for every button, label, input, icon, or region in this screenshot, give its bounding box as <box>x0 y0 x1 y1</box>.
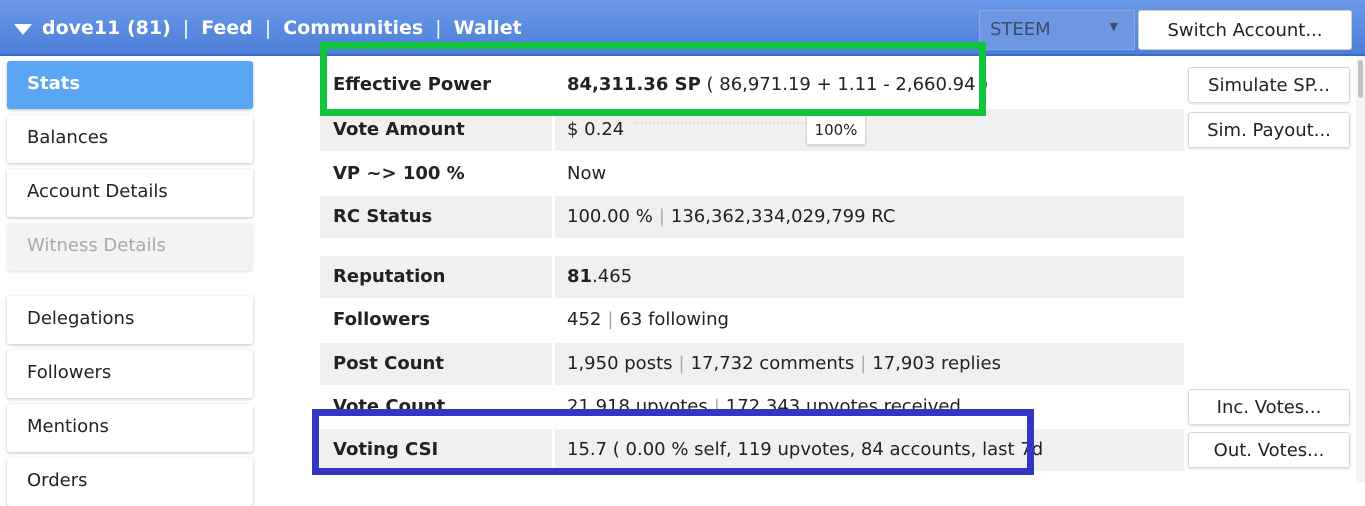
value-separator: | <box>607 309 614 330</box>
stat-label: Vote Count <box>333 396 446 417</box>
top-bar: dove11 (81) | Feed | Communities | Walle… <box>0 0 1365 56</box>
upvotes-count: 21,918 upvotes <box>567 396 708 417</box>
sidebar-item-orders[interactable]: Orders <box>7 458 253 506</box>
sidebar-item-account-details[interactable]: Account Details <box>7 169 253 217</box>
value-separator: | <box>658 206 665 227</box>
sidebar-item-delegations[interactable]: Delegations <box>7 296 253 344</box>
stat-value: 84,311.36 SP ( 86,971.19 + 1.11 - 2,660.… <box>555 64 1184 106</box>
posts-count: 1,950 posts <box>567 353 673 374</box>
chevron-down-icon: ▼ <box>1109 20 1118 33</box>
nav-separator: | <box>264 17 272 39</box>
nav-separator: | <box>435 17 442 39</box>
page-scrollbar[interactable] <box>1356 56 1365 483</box>
reputation-int: 81 <box>567 266 593 287</box>
upvotes-received: 172,343 upvotes received <box>725 396 961 417</box>
stat-value: 1,950 posts | 17,732 comments | 17,903 repli… <box>555 343 1184 385</box>
vote-amount-value: $ 0.24 <box>567 119 625 140</box>
stat-label: Reputation <box>320 256 552 298</box>
dropdown-triangle-icon[interactable] <box>14 23 32 35</box>
out-votes-button[interactable]: Out. Votes... <box>1188 432 1350 468</box>
stat-value: 100.00 % | 136,362,334,029,799 RC <box>555 196 1184 238</box>
scrollbar-thumb[interactable] <box>1358 60 1363 98</box>
stat-row-followers: Followers 452 | 63 following <box>320 299 1184 341</box>
nav-separator: | <box>182 17 190 39</box>
simulate-sp-button[interactable]: Simulate SP... <box>1188 67 1350 103</box>
stat-value: Now <box>567 163 607 184</box>
stat-label: VP ~> 100 % <box>333 163 465 184</box>
rc-percent: 100.00 % <box>567 206 653 227</box>
switch-account-button[interactable]: Switch Account... <box>1138 10 1352 50</box>
stat-label: Post Count <box>320 343 552 385</box>
sidebar-item-mentions[interactable]: Mentions <box>7 404 253 452</box>
stat-row-vote-amount: Vote Amount $ 0.24 <box>320 109 1184 151</box>
effective-power-detail: ( 86,971.19 + 1.11 - 2,660.94 ) <box>706 74 989 95</box>
stat-row-vote-count: Vote Count 21,918 upvotes | 172,343 upvote… <box>320 386 1184 428</box>
stat-label: RC Status <box>320 196 552 238</box>
vote-weight-percent[interactable]: 100% <box>806 115 866 145</box>
stat-row-reputation: Reputation 81.465 <box>320 256 1184 298</box>
stat-row-voting-csi: Voting CSI 15.7 ( 0.00 % self, 119 upvot… <box>320 429 1184 471</box>
stat-value: 81.465 <box>555 256 1184 298</box>
account-menu-link[interactable]: dove11 (81) <box>42 17 171 39</box>
stat-label: Followers <box>333 309 431 330</box>
chain-select-value: STEEM <box>990 19 1051 40</box>
stat-row-post-count: Post Count 1,950 posts | 17,732 comments | 1… <box>320 343 1184 385</box>
stat-value: 21,918 upvotes | 172,343 upvotes received <box>555 386 1184 428</box>
value-separator: | <box>860 353 867 374</box>
replies-count: 17,903 replies <box>872 353 1001 374</box>
comments-count: 17,732 comments <box>690 353 855 374</box>
stat-row-rc-status: RC Status 100.00 % | 136,362,334,029,799 R… <box>320 196 1184 238</box>
sim-payout-button[interactable]: Sim. Payout... <box>1188 112 1350 148</box>
vote-weight-slider[interactable] <box>634 122 810 130</box>
sidebar-item-witness-details: Witness Details <box>7 223 253 271</box>
stat-row-effective-power: Effective Power 84,311.36 SP ( 86,971.19… <box>320 64 1184 106</box>
stat-label: Effective Power <box>333 74 492 95</box>
value-separator: | <box>713 396 720 417</box>
value-separator: | <box>678 353 685 374</box>
chain-select[interactable]: STEEM ▼ <box>979 10 1135 50</box>
stat-value: 15.7 ( 0.00 % self, 119 upvotes, 84 acco… <box>555 429 1184 471</box>
stat-label: Vote Amount <box>320 109 552 151</box>
nav-link-communities[interactable]: Communities <box>283 17 423 39</box>
sidebar-item-stats[interactable]: Stats <box>7 61 253 109</box>
sidebar-item-balances[interactable]: Balances <box>7 115 253 163</box>
rc-amount: 136,362,334,029,799 RC <box>670 206 896 227</box>
stat-value: 452 | 63 following <box>555 299 1184 341</box>
stat-row-vp: VP ~> 100 % Now <box>320 153 1184 195</box>
inc-votes-button[interactable]: Inc. Votes... <box>1188 389 1350 425</box>
followers-count: 452 <box>567 309 602 330</box>
stat-label: Voting CSI <box>320 429 552 471</box>
nav-link-wallet[interactable]: Wallet <box>454 17 522 39</box>
sidebar-item-followers[interactable]: Followers <box>7 350 253 398</box>
following-count: 63 following <box>619 309 729 330</box>
top-nav: dove11 (81) | Feed | Communities | Walle… <box>14 17 522 39</box>
stat-value: $ 0.24 <box>555 109 1184 151</box>
nav-link-feed[interactable]: Feed <box>201 17 253 39</box>
reputation-dec: .465 <box>592 266 633 287</box>
effective-power-value: 84,311.36 SP <box>567 74 701 95</box>
